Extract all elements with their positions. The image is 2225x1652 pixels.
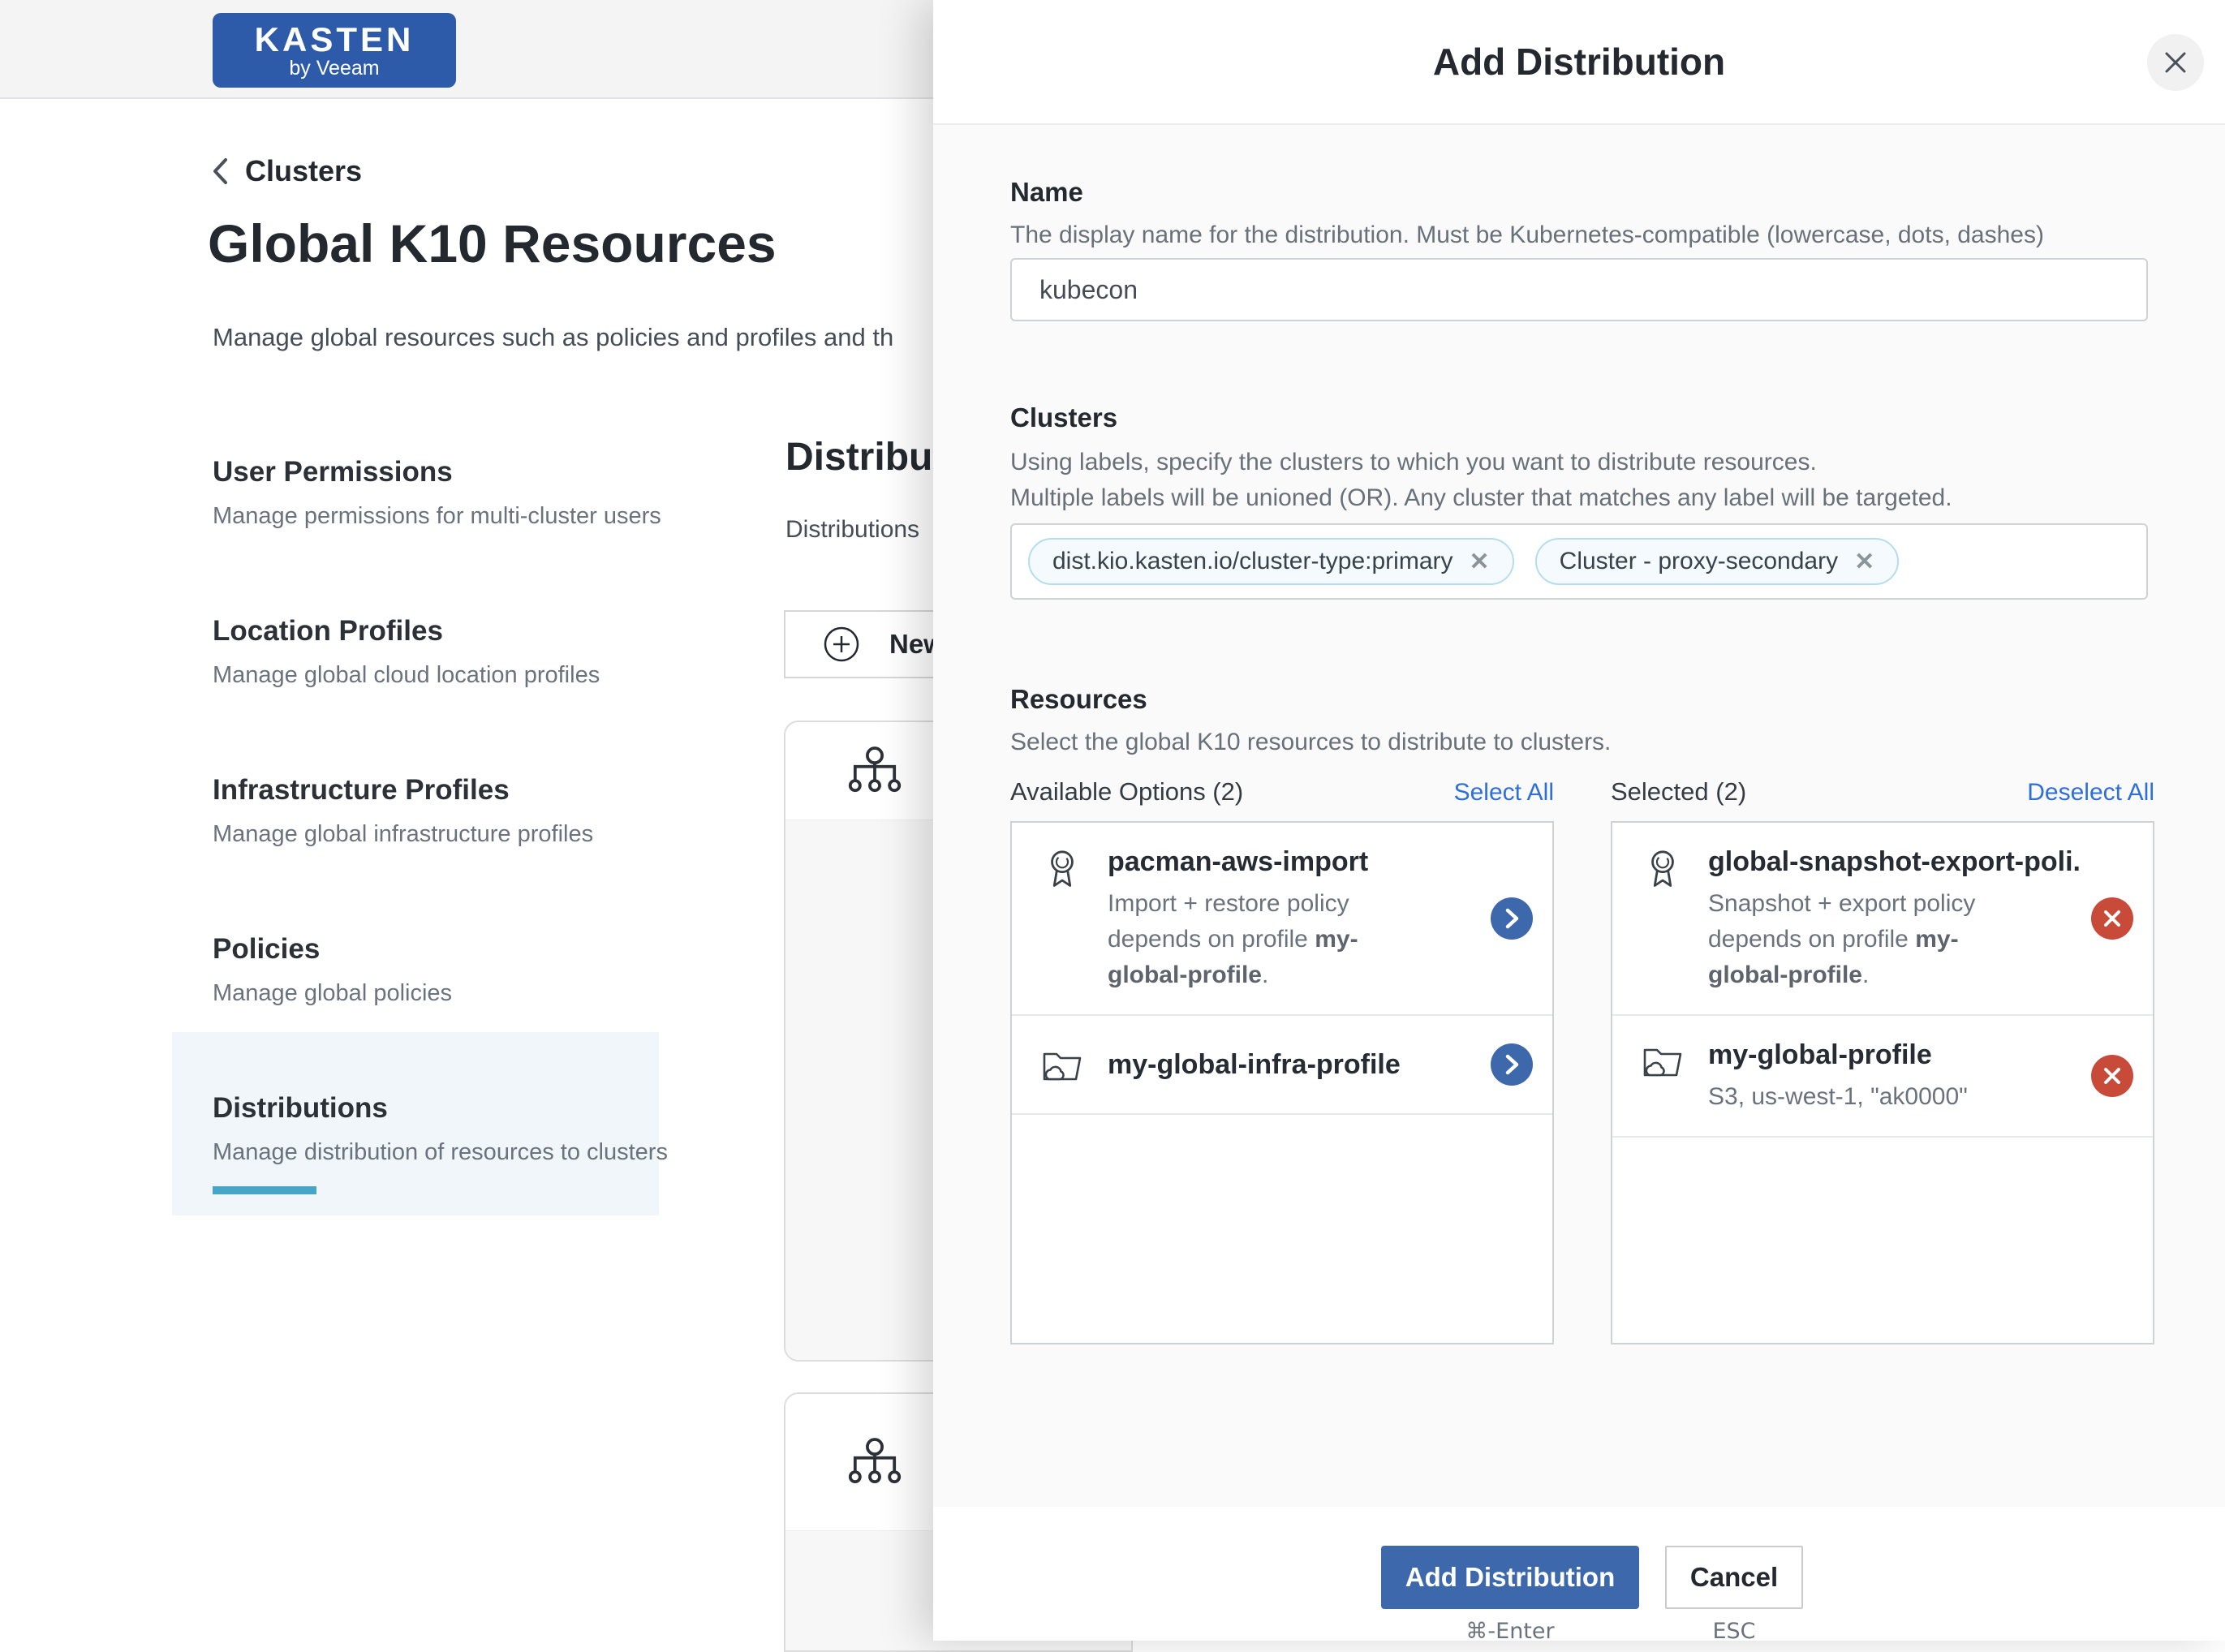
resource-name: global-snapshot-export-poli... <box>1708 844 2081 880</box>
nav-item-label: Policies <box>213 933 667 966</box>
resource-name: pacman-aws-import <box>1108 844 1481 880</box>
add-distribution-button[interactable]: Add Distribution <box>1381 1546 1639 1609</box>
nav-item-label: Distributions <box>213 1092 667 1125</box>
name-section-description: The display name for the distribution. M… <box>1010 217 2044 253</box>
plus-circle-icon <box>823 626 860 663</box>
cluster-label-chip: dist.kio.kasten.io/cluster-type:primary … <box>1028 538 1514 585</box>
resource-description: Snapshot + export policy depends on prof… <box>1708 886 2033 993</box>
resource-name: my-global-infra-profile <box>1108 1047 1481 1082</box>
cancel-shortcut-hint: ESC <box>1665 1619 1803 1644</box>
nav-selected-underline <box>213 1186 316 1194</box>
remove-x-icon[interactable]: ✕ <box>1470 548 1490 576</box>
sidebar-item-policies[interactable]: Policies Manage global policies <box>213 933 667 1007</box>
drawer-footer: Add Distribution Cancel ⌘-Enter ESC <box>933 1507 2225 1641</box>
back-chevron-icon <box>211 157 229 186</box>
list-item: pacman-aws-import Import + restore polic… <box>1012 823 1552 1016</box>
resource-description: S3, us-west-1, "ak0000" <box>1708 1079 2033 1115</box>
cluster-labels-input[interactable]: dist.kio.kasten.io/cluster-type:primary … <box>1010 523 2148 600</box>
chevron-right-icon <box>1502 1053 1521 1076</box>
resources-section-label: Resources <box>1010 684 1147 715</box>
remove-resource-button[interactable] <box>2091 1055 2133 1097</box>
distribution-sitemap-icon <box>844 1437 906 1487</box>
page-title: Global K10 Resources <box>208 213 777 274</box>
nav-item-description: Manage distribution of resources to clus… <box>213 1139 667 1166</box>
available-options-header: Available Options (2) <box>1010 777 1243 807</box>
logo-subtitle: by Veeam <box>289 58 379 80</box>
drawer-title: Add Distribution <box>1433 40 1725 84</box>
resource-description: Import + restore policy depends on profi… <box>1108 886 1432 993</box>
clusters-section-label: Clusters <box>1010 402 1117 433</box>
page-subtitle: Manage global resources such as policies… <box>213 323 893 352</box>
breadcrumb[interactable]: Clusters <box>211 154 362 188</box>
chip-text: Cluster - proxy-secondary <box>1560 548 1838 575</box>
profile-folder-icon <box>1642 1042 1684 1079</box>
sidebar-item-infrastructure-profiles[interactable]: Infrastructure Profiles Manage global in… <box>213 774 667 848</box>
sidebar-item-location-profiles[interactable]: Location Profiles Manage global cloud lo… <box>213 615 667 689</box>
remove-circle-icon <box>2102 1065 2123 1086</box>
section-intro: Distributions <box>785 516 919 544</box>
drawer-header: Add Distribution <box>933 0 2225 125</box>
distribution-sitemap-icon <box>844 746 906 796</box>
list-item: my-global-profile S3, us-west-1, "ak0000… <box>1612 1016 2153 1138</box>
add-resource-button[interactable] <box>1491 897 1533 940</box>
sidebar-item-user-permissions[interactable]: User Permissions Manage permissions for … <box>213 456 667 530</box>
policy-badge-icon <box>1041 849 1083 891</box>
resources-section-description: Select the global K10 resources to distr… <box>1010 725 1611 760</box>
nav-item-label: Location Profiles <box>213 615 667 647</box>
logo-title: KASTEN <box>255 22 415 58</box>
deselect-all-link[interactable]: Deselect All <box>2027 779 2154 807</box>
nav-item-description: Manage global cloud location profiles <box>213 662 667 689</box>
resource-name: my-global-profile <box>1708 1037 2081 1073</box>
available-options-list: pacman-aws-import Import + restore polic… <box>1010 821 1554 1344</box>
name-input[interactable] <box>1010 258 2148 321</box>
cancel-button[interactable]: Cancel <box>1665 1546 1803 1609</box>
profile-folder-icon <box>1041 1046 1083 1083</box>
kasten-logo[interactable]: KASTEN by Veeam <box>213 13 456 88</box>
close-icon <box>2163 49 2188 75</box>
policy-badge-icon <box>1642 849 1684 891</box>
submit-shortcut-hint: ⌘-Enter <box>1381 1619 1639 1644</box>
name-section-label: Name <box>1010 177 1083 208</box>
breadcrumb-label: Clusters <box>245 154 362 188</box>
nav-item-label: Infrastructure Profiles <box>213 774 667 807</box>
select-all-link[interactable]: Select All <box>1454 779 1554 807</box>
add-resource-button[interactable] <box>1491 1043 1533 1086</box>
clusters-description-line1: Using labels, specify the clusters to wh… <box>1010 445 1952 480</box>
nav-item-description: Manage global infrastructure profiles <box>213 821 667 848</box>
add-distribution-drawer: Add Distribution Name The display name f… <box>933 0 2225 1641</box>
cluster-label-chip: Cluster - proxy-secondary ✕ <box>1535 538 1900 585</box>
selected-resources-list: global-snapshot-export-poli... Snapshot … <box>1611 821 2154 1344</box>
clusters-description-line2: Multiple labels will be unioned (OR). An… <box>1010 480 1952 516</box>
nav-item-description: Manage global policies <box>213 980 667 1007</box>
nav-item-description: Manage permissions for multi-cluster use… <box>213 503 667 530</box>
close-button[interactable] <box>2147 34 2204 91</box>
sidebar-item-distributions[interactable]: Distributions Manage distribution of res… <box>213 1092 667 1166</box>
remove-resource-button[interactable] <box>2091 897 2133 940</box>
selected-header: Selected (2) <box>1611 777 1746 807</box>
remove-x-icon[interactable]: ✕ <box>1854 548 1874 576</box>
list-item: global-snapshot-export-poli... Snapshot … <box>1612 823 2153 1016</box>
chevron-right-icon <box>1502 907 1521 930</box>
list-item: my-global-infra-profile <box>1012 1016 1552 1115</box>
nav-item-label: User Permissions <box>213 456 667 488</box>
remove-circle-icon <box>2102 908 2123 929</box>
clusters-section-description: Using labels, specify the clusters to wh… <box>1010 445 1952 516</box>
chip-text: dist.kio.kasten.io/cluster-type:primary <box>1052 548 1453 575</box>
